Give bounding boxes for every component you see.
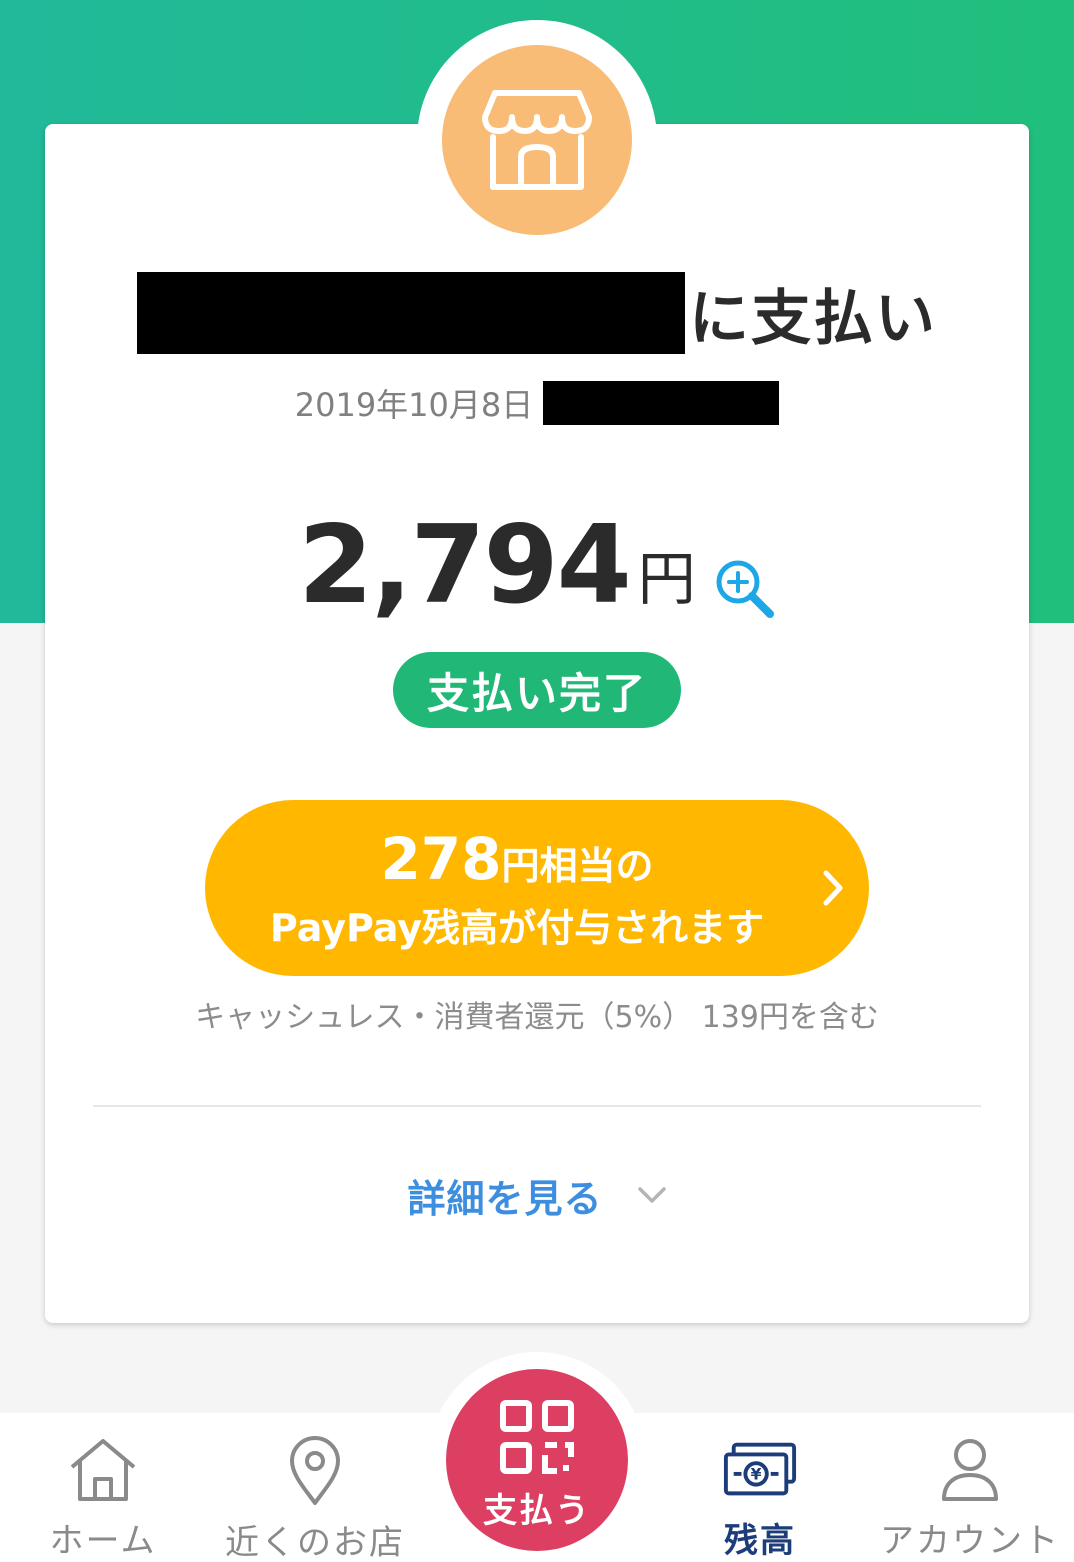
wallet-yen-icon: ¥ <box>723 1442 797 1496</box>
status-badge: 支払い完了 <box>393 652 681 728</box>
chevron-right-icon <box>823 870 843 906</box>
payment-title: に支払い <box>0 272 1074 354</box>
zoom-in-icon[interactable] <box>714 558 776 620</box>
nav-label-balance: 残高 <box>724 1521 796 1561</box>
shop-icon <box>482 90 592 190</box>
pay-button-label: 支払う <box>483 1491 591 1531</box>
nav-label-nearby-stores: 近くのお店 <box>225 1523 405 1562</box>
details-label: 詳細を見る <box>407 1176 603 1221</box>
pay-button[interactable]: 支払う <box>446 1369 628 1551</box>
location-pin-icon <box>290 1436 340 1505</box>
amount-value: 2,794 <box>298 503 632 628</box>
nav-label-account: アカウント <box>880 1521 1060 1561</box>
bonus-line-2: PayPay残高が付与されます <box>269 905 765 950</box>
home-icon <box>70 1439 136 1501</box>
bonus-points-button[interactable]: 278 円相当の PayPay残高が付与されます <box>205 800 869 976</box>
payment-time-redacted <box>543 381 780 425</box>
person-icon <box>942 1439 998 1501</box>
nav-label-home: ホーム <box>49 1521 157 1561</box>
chevron-down-icon <box>637 1187 666 1203</box>
bonus-amount: 278 <box>380 824 502 893</box>
payment-amount: 2,794 円 <box>0 500 1074 620</box>
payment-datetime: 2019年10月8日 <box>0 380 1074 426</box>
nav-item-account[interactable]: アカウント <box>872 1413 1068 1562</box>
nav-item-balance[interactable]: ¥ 残高 <box>690 1413 830 1562</box>
title-suffix: に支払い <box>689 283 937 354</box>
see-details-link[interactable]: 詳細を見る <box>0 1170 1074 1221</box>
amount-currency: 円 <box>637 545 696 613</box>
merchant-name-redacted <box>137 272 685 354</box>
qr-code-icon <box>500 1400 574 1474</box>
bonus-amount-suffix: 円相当の <box>501 843 654 888</box>
divider <box>93 1105 981 1107</box>
svg-text:¥: ¥ <box>751 1466 762 1484</box>
nav-item-home[interactable]: ホーム <box>28 1413 178 1562</box>
bonus-note: キャッシュレス・消費者還元（5%） 139円を含む <box>195 1000 879 1035</box>
bonus-line-1: 278 円相当の <box>380 825 653 893</box>
merchant-avatar <box>442 45 632 235</box>
payment-date: 2019年10月8日 <box>294 386 534 424</box>
nav-item-nearby-stores[interactable]: 近くのお店 <box>220 1413 410 1562</box>
